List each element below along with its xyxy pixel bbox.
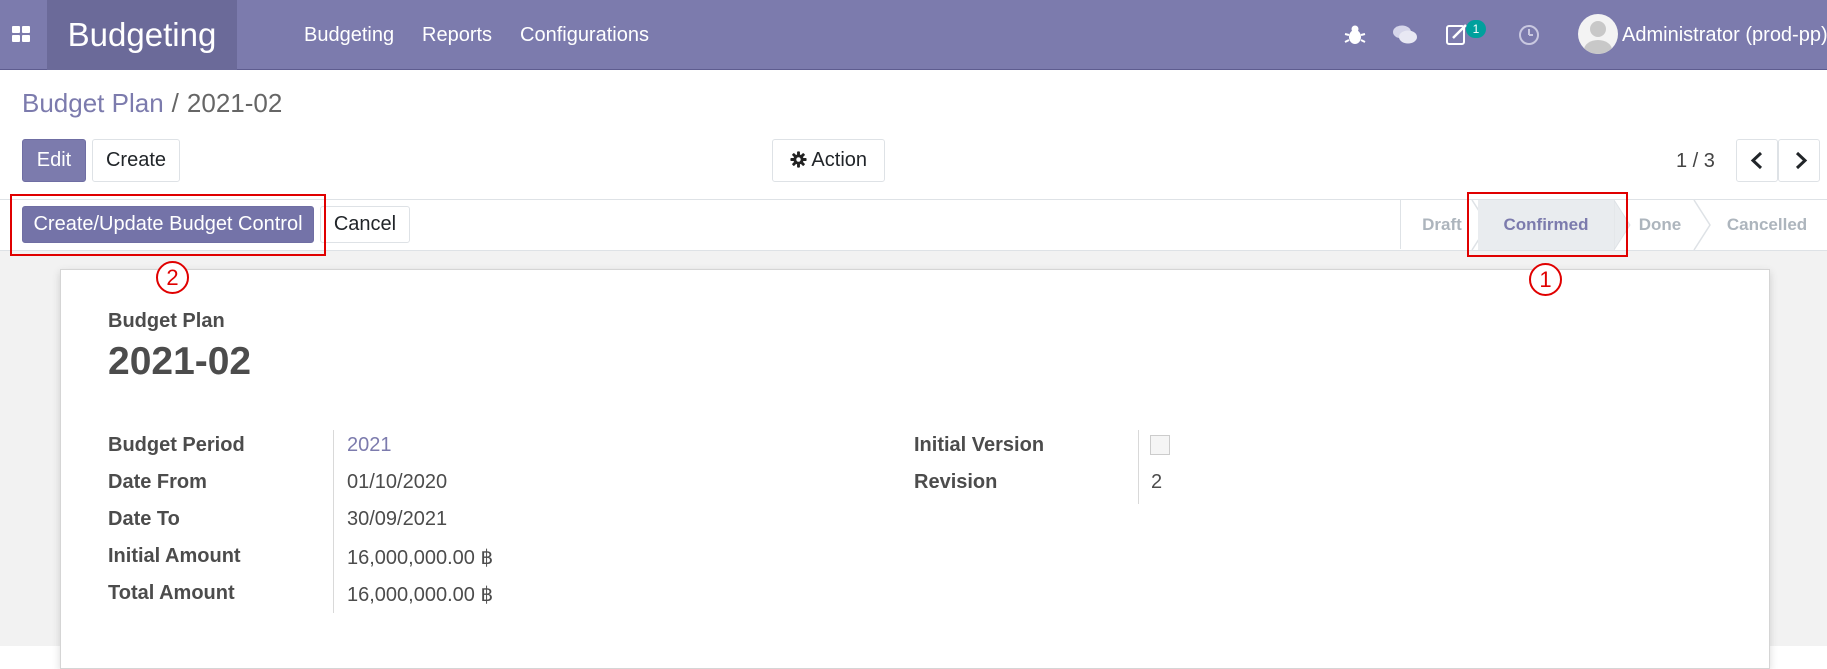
field-label-budget-period: Budget Period bbox=[108, 434, 245, 456]
statusbar-divider bbox=[1400, 200, 1401, 249]
clock-icon[interactable] bbox=[1516, 22, 1542, 48]
form-sheet bbox=[60, 269, 1770, 669]
top-navbar: Budgeting Budgeting Reports Configuratio… bbox=[0, 0, 1827, 70]
chevron-left-icon bbox=[1750, 151, 1763, 170]
app-brand[interactable]: Budgeting bbox=[47, 0, 237, 70]
annotation-number-1: 1 bbox=[1529, 263, 1562, 296]
menu-reports[interactable]: Reports bbox=[422, 0, 492, 70]
stage-cancelled[interactable]: Cancelled bbox=[1712, 200, 1822, 250]
chevron-right-icon bbox=[1795, 151, 1808, 170]
field-value-date-to: 30/09/2021 bbox=[347, 508, 448, 530]
field-value-date-from: 01/10/2020 bbox=[347, 471, 448, 493]
field-value-total-amount: 16,000,000.00 ฿ bbox=[347, 584, 494, 606]
left-group-divider bbox=[333, 430, 334, 613]
apps-icon[interactable] bbox=[12, 26, 30, 42]
annotation-box-2 bbox=[10, 194, 326, 256]
menu-budgeting[interactable]: Budgeting bbox=[304, 0, 394, 70]
field-label-initial-amount: Initial Amount bbox=[108, 545, 241, 567]
create-button[interactable]: Create bbox=[92, 139, 180, 182]
breadcrumb: Budget Plan/2021-02 bbox=[22, 88, 282, 119]
breadcrumb-separator: / bbox=[171, 88, 179, 118]
action-button[interactable]: Action bbox=[772, 139, 885, 182]
user-avatar-icon bbox=[1584, 21, 1612, 54]
breadcrumb-parent[interactable]: Budget Plan bbox=[22, 88, 164, 118]
breadcrumb-current: 2021-02 bbox=[186, 88, 283, 118]
chat-icon[interactable] bbox=[1392, 22, 1418, 48]
stage-done[interactable]: Done bbox=[1630, 200, 1690, 250]
activity-count-badge: 1 bbox=[1466, 20, 1486, 38]
field-label-date-to: Date To bbox=[108, 508, 180, 530]
menu-configurations[interactable]: Configurations bbox=[520, 0, 649, 70]
avatar[interactable] bbox=[1578, 14, 1618, 54]
initial-version-checkbox[interactable] bbox=[1150, 435, 1170, 455]
field-value-budget-period[interactable]: 2021 bbox=[347, 434, 392, 457]
gear-icon bbox=[790, 151, 807, 168]
pager-next-button[interactable] bbox=[1778, 139, 1820, 182]
field-label-initial-version: Initial Version bbox=[914, 434, 1045, 456]
form-model-label: Budget Plan bbox=[108, 310, 225, 332]
user-menu[interactable]: Administrator (prod-pp) bbox=[1622, 0, 1827, 70]
right-group-divider bbox=[1138, 430, 1139, 504]
pager-value[interactable]: 1 / 3 bbox=[1676, 150, 1715, 173]
field-label-revision: Revision bbox=[914, 471, 998, 493]
stage-separator-arrow bbox=[1693, 200, 1711, 250]
field-label-date-from: Date From bbox=[108, 471, 207, 493]
bug-icon[interactable] bbox=[1342, 22, 1368, 48]
field-value-initial-amount: 16,000,000.00 ฿ bbox=[347, 547, 494, 569]
annotation-number-2: 2 bbox=[156, 261, 189, 294]
cancel-button[interactable]: Cancel bbox=[320, 206, 410, 243]
stage-draft[interactable]: Draft bbox=[1410, 200, 1474, 250]
annotation-box-1 bbox=[1467, 192, 1628, 257]
field-value-revision: 2 bbox=[1151, 471, 1163, 493]
action-label: Action bbox=[811, 149, 868, 171]
record-name: 2021-02 bbox=[108, 340, 252, 383]
pager-prev-button[interactable] bbox=[1736, 139, 1778, 182]
field-label-total-amount: Total Amount bbox=[108, 582, 235, 604]
edit-button[interactable]: Edit bbox=[22, 139, 86, 182]
